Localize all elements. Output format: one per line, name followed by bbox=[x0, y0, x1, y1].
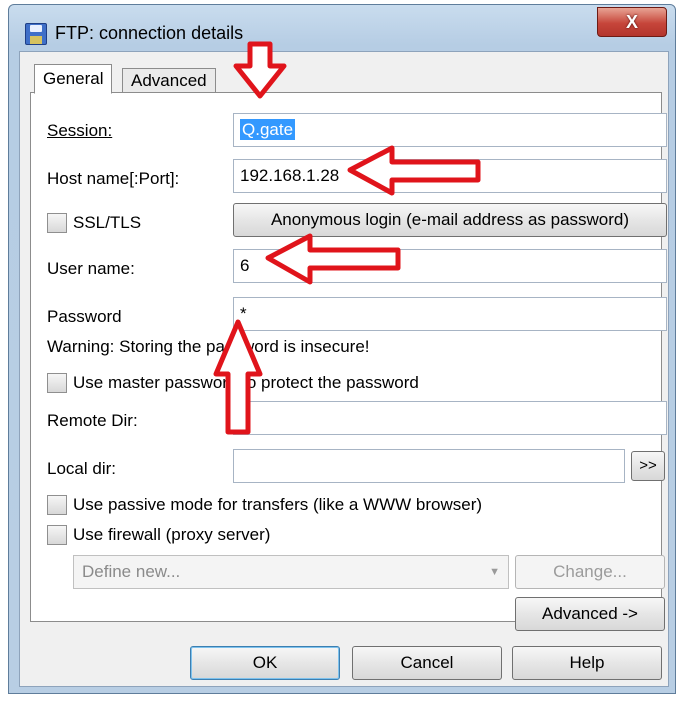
annotation-arrow-left-user bbox=[265, 233, 401, 285]
annotation-arrow-down bbox=[233, 41, 287, 99]
annotation-layer bbox=[213, 41, 481, 435]
annotation-arrow-up-password bbox=[213, 319, 263, 435]
tab-general[interactable]: General bbox=[34, 64, 113, 94]
annotation-arrow-left-host bbox=[347, 145, 481, 196]
